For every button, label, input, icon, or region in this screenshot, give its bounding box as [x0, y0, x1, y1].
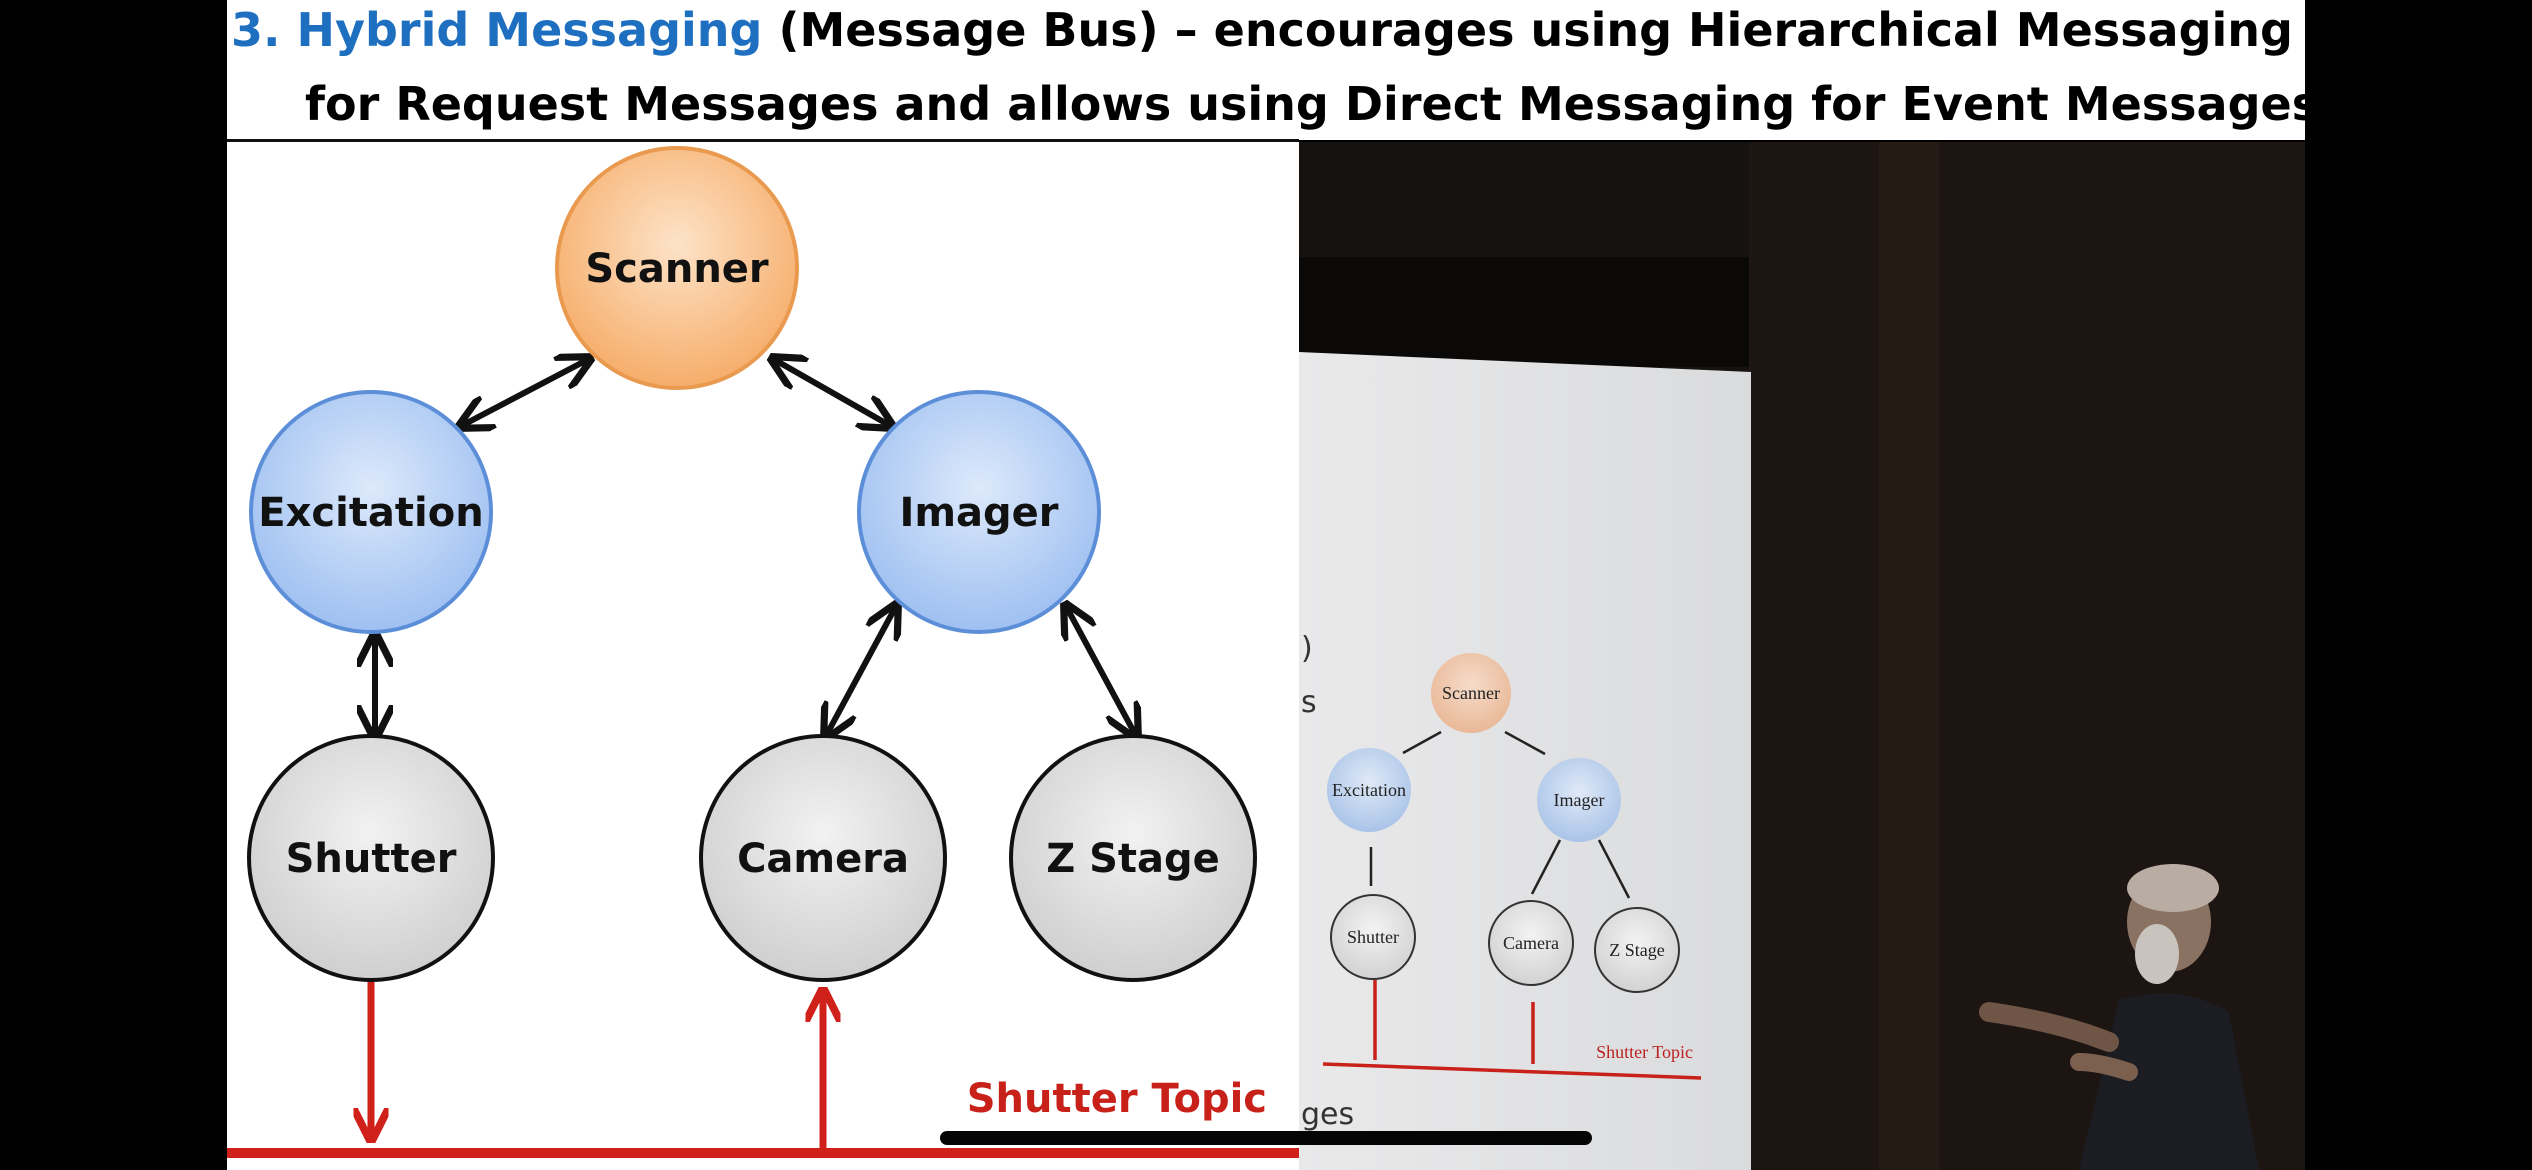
shutter-topic-label: Shutter Topic — [967, 1076, 1267, 1122]
arrow-scanner-excitation — [463, 360, 587, 425]
mini-shutter-topic-label: Shutter Topic — [1596, 1042, 1693, 1062]
node-excitation: Excitation — [249, 390, 493, 634]
message-bus-diagram: Scanner Excitation Imager Shutter Camera… — [227, 142, 1299, 1170]
slide-title-band: 3. Hybrid Messaging (Message Bus) – enco… — [227, 0, 2319, 140]
screen-top-shadow — [1299, 257, 1749, 367]
title-highlight: Hybrid Messaging — [296, 3, 763, 57]
node-excitation-label: Excitation — [258, 490, 483, 536]
room-column — [1879, 142, 1939, 1170]
node-shutter-label: Shutter — [286, 836, 457, 882]
node-zstage: Z Stage — [1009, 734, 1257, 982]
presenter-video: ) s ges Scanner Excitation Imager Shutte… — [1299, 142, 2305, 1170]
arrow-imager-zstage — [1067, 608, 1135, 734]
mini-node-zstage: Z Stage — [1609, 940, 1665, 960]
node-scanner: Scanner — [555, 146, 799, 390]
mini-node-scanner: Scanner — [1442, 683, 1500, 703]
mini-node-camera: Camera — [1503, 933, 1559, 953]
arrow-scanner-imager — [775, 360, 889, 425]
node-camera: Camera — [699, 734, 947, 982]
node-shutter: Shutter — [247, 734, 495, 982]
title-line-2: for Request Messages and allows using Di… — [305, 77, 2320, 131]
screen-fragment-3: ges — [1301, 1097, 1354, 1132]
video-scrub-bar[interactable] — [940, 1131, 1592, 1145]
title-line-1: 3. Hybrid Messaging (Message Bus) – enco… — [231, 2, 2293, 58]
mini-node-shutter: Shutter — [1347, 927, 1399, 947]
node-imager: Imager — [857, 390, 1101, 634]
mini-node-imager: Imager — [1554, 790, 1605, 810]
bus-line — [227, 1148, 1299, 1158]
title-line1-rest: (Message Bus) – encourages using Hierarc… — [778, 3, 2293, 57]
node-scanner-label: Scanner — [585, 246, 769, 292]
node-imager-label: Imager — [899, 490, 1058, 536]
node-camera-label: Camera — [737, 836, 909, 882]
node-zstage-label: Z Stage — [1046, 836, 1220, 882]
projection-screen: ) s ges Scanner Excitation Imager Shutte… — [1299, 352, 1751, 1170]
screen-fragment-2: s — [1301, 685, 1317, 720]
screen-fragment-1: ) — [1301, 631, 1313, 666]
arrow-imager-camera — [827, 608, 895, 734]
title-number: 3. — [231, 3, 281, 57]
mini-node-excitation: Excitation — [1332, 780, 1406, 800]
